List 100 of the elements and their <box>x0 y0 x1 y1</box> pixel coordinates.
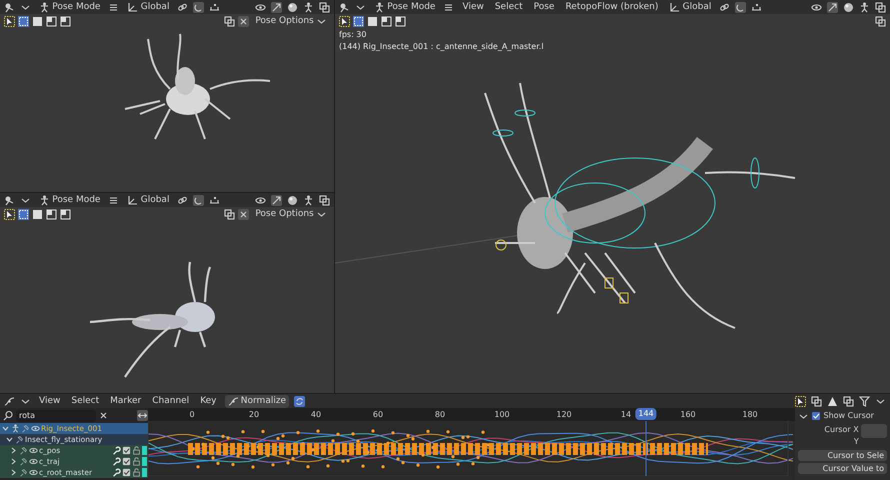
chevron-icon[interactable] <box>1 424 10 433</box>
wrench-icon[interactable] <box>112 468 121 477</box>
pose-icon[interactable] <box>303 194 314 206</box>
lock-icon[interactable] <box>132 457 141 466</box>
snap-cursor-button[interactable]: Cursor Value to <box>798 463 887 474</box>
menu-item[interactable]: Select <box>492 0 526 14</box>
overlay-icon[interactable] <box>224 209 236 220</box>
menu-item[interactable]: View <box>459 0 487 14</box>
sphere-icon[interactable] <box>843 2 854 12</box>
editor-type-icon[interactable] <box>339 2 350 12</box>
menu-icon[interactable] <box>443 2 454 12</box>
overlay-icon[interactable] <box>319 2 330 12</box>
pin-icon[interactable] <box>15 435 24 444</box>
orientation-dropdown[interactable]: Global <box>124 0 172 14</box>
eye-icon[interactable] <box>31 424 40 433</box>
pin-icon[interactable] <box>19 457 28 466</box>
select-mode-icon[interactable] <box>60 209 71 220</box>
checkbox-icon[interactable] <box>122 457 131 466</box>
cursor-field[interactable] <box>861 424 887 438</box>
wrench-icon[interactable] <box>112 457 121 466</box>
eye-icon[interactable] <box>29 468 38 477</box>
checkbox-icon[interactable] <box>122 446 131 455</box>
search-field[interactable]: rota <box>16 410 96 422</box>
gizmo-icon[interactable] <box>271 2 282 12</box>
snap-cursor-button[interactable]: Cursor to Sele <box>798 450 887 461</box>
select-mode-icon[interactable] <box>32 16 43 27</box>
normalize-toggle[interactable]: Normalize <box>224 394 290 408</box>
menu-icon[interactable] <box>108 2 120 12</box>
select-mode-icon[interactable] <box>60 16 71 27</box>
menu-item[interactable]: Channel <box>149 394 192 408</box>
mode-dropdown[interactable]: Pose Mode <box>36 194 104 206</box>
lock-icon[interactable] <box>132 468 141 477</box>
eye-icon[interactable] <box>811 2 822 12</box>
lock-icon[interactable] <box>132 446 141 455</box>
filter-icon[interactable] <box>859 396 870 406</box>
pin-icon[interactable] <box>21 424 30 433</box>
pose-icon[interactable] <box>859 2 870 12</box>
link-icon[interactable] <box>177 194 188 206</box>
link-icon[interactable] <box>719 2 730 12</box>
swap-icon[interactable] <box>137 410 148 421</box>
select-mode-icons[interactable] <box>18 209 29 220</box>
select-mode-icons[interactable] <box>18 16 29 27</box>
orientation-dropdown[interactable]: Global <box>124 194 172 206</box>
pose-icon[interactable] <box>303 2 314 12</box>
editor-type-icon[interactable] <box>4 2 15 12</box>
menu-item[interactable]: View <box>36 394 64 408</box>
chevron-icon[interactable] <box>5 435 14 444</box>
select-mode-icon[interactable] <box>46 209 57 220</box>
snap-target-icon[interactable] <box>751 2 762 12</box>
overlay-icon[interactable] <box>319 194 330 206</box>
mode-dropdown[interactable]: Pose Mode <box>36 0 104 14</box>
checkbox-icon[interactable] <box>122 468 131 477</box>
overlay-icon[interactable] <box>811 396 822 406</box>
link-icon[interactable] <box>177 2 188 12</box>
sync-icon[interactable] <box>294 396 306 406</box>
orientation-dropdown[interactable]: Global <box>666 0 714 14</box>
eye-icon[interactable] <box>255 2 266 12</box>
snap-target-icon[interactable] <box>209 194 220 206</box>
select-mode-icon[interactable] <box>381 16 392 27</box>
menu-item[interactable]: Key <box>197 394 220 408</box>
select-tool-icon[interactable] <box>4 16 15 27</box>
curve-icon[interactable] <box>4 396 15 406</box>
options-dropdown[interactable]: Pose Options <box>252 208 330 221</box>
sphere-icon[interactable] <box>287 194 298 206</box>
select-mode-icon[interactable] <box>46 16 57 27</box>
menu-item[interactable]: Marker <box>107 394 144 408</box>
select-tool-icon[interactable] <box>795 396 806 406</box>
menu-item[interactable]: Select <box>68 394 102 408</box>
select-mode-icons[interactable] <box>353 16 364 27</box>
chevron-icon[interactable] <box>9 457 18 466</box>
overlay-icon[interactable] <box>224 16 236 27</box>
pose-icon[interactable] <box>11 424 20 433</box>
select-mode-icon[interactable] <box>395 16 406 27</box>
select-mode-icon[interactable] <box>32 209 43 220</box>
eye-icon[interactable] <box>29 457 38 466</box>
chevron-icon[interactable] <box>9 446 18 455</box>
select-tool-icon[interactable] <box>4 209 15 220</box>
select-tool-icon[interactable] <box>339 16 350 27</box>
chevron-icon[interactable] <box>9 468 18 477</box>
editor-type-icon[interactable] <box>4 194 15 206</box>
eye-icon[interactable] <box>255 194 266 206</box>
menu-icon[interactable] <box>108 194 120 206</box>
snap-target-icon[interactable] <box>209 2 220 12</box>
mode-dropdown[interactable]: Pose Mode <box>371 0 438 14</box>
pin-icon[interactable] <box>19 446 28 455</box>
overlay-icon[interactable] <box>875 2 886 12</box>
current-frame-indicator[interactable]: 144 <box>635 408 657 420</box>
gizmo-icon[interactable] <box>827 2 838 12</box>
checkbox-icon[interactable] <box>811 411 822 421</box>
select-mode-icon[interactable] <box>367 16 378 27</box>
wrench-icon[interactable] <box>112 446 121 455</box>
menu-item[interactable]: Pose <box>530 0 558 14</box>
pin-icon[interactable] <box>19 468 28 477</box>
clear-icon[interactable] <box>98 410 109 421</box>
gizmo-icon[interactable] <box>271 194 282 206</box>
menu-item[interactable]: RetopoFlow (broken) <box>562 0 662 14</box>
overlay-icon[interactable] <box>875 16 886 27</box>
options-dropdown[interactable]: Pose Options <box>252 15 330 28</box>
eye-icon[interactable] <box>29 446 38 455</box>
sphere-icon[interactable] <box>287 2 298 12</box>
